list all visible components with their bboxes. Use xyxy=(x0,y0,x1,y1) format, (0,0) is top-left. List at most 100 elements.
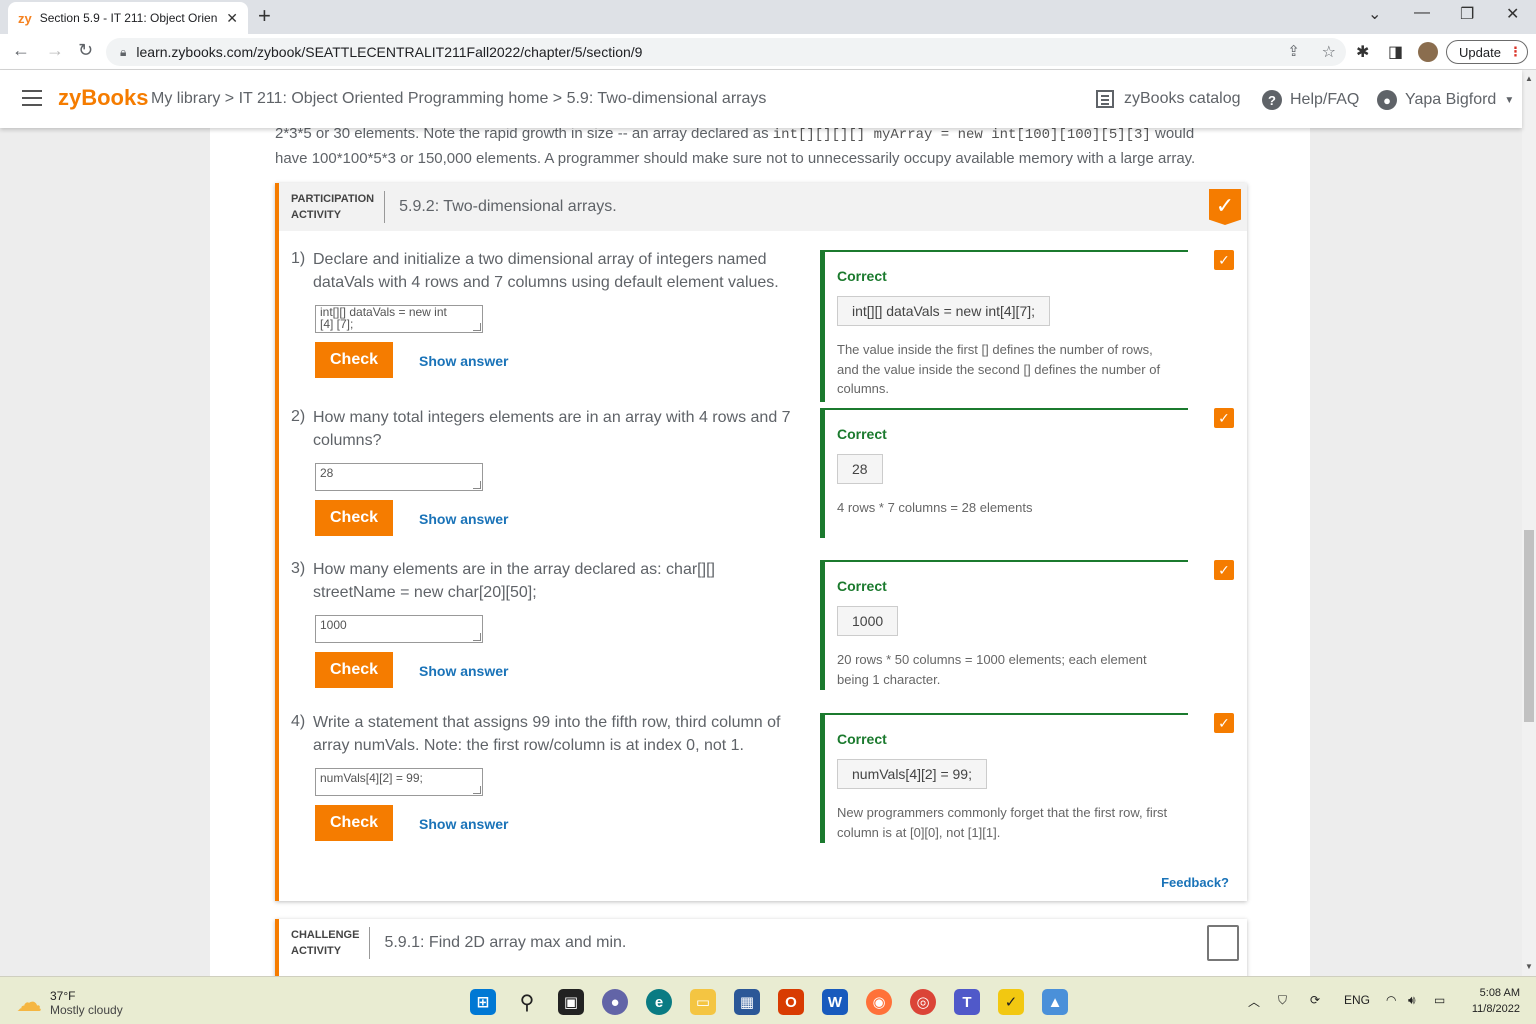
user-menu[interactable]: ● Yapa Bigford ▼ xyxy=(1377,90,1514,110)
microsoft-store-icon[interactable]: ▦ xyxy=(734,989,760,1015)
help-label: Help/FAQ xyxy=(1290,91,1360,108)
activity-title: 5.9.2: Two-dimensional arrays. xyxy=(399,198,617,215)
reload-icon[interactable]: ↻ xyxy=(78,40,93,61)
word-icon[interactable]: W xyxy=(822,989,848,1015)
security-tray-icon[interactable]: ⛉ xyxy=(1278,993,1287,1008)
lock-icon: 🔒︎ xyxy=(120,44,127,59)
question-number: 2) xyxy=(291,408,306,425)
clock-time: 5:08 AM xyxy=(1479,987,1520,999)
feedback-link[interactable]: Feedback? xyxy=(1161,875,1229,890)
activity-header: PARTICIPATION ACTIVITY 5.9.2: Two-dimens… xyxy=(279,183,1247,231)
answer-display: 28 xyxy=(837,454,883,484)
activity-type-line2: ACTIVITY xyxy=(291,209,342,221)
chat-icon[interactable]: ● xyxy=(602,989,628,1015)
show-answer-link[interactable]: Show answer xyxy=(419,663,508,679)
sync-tray-icon[interactable]: ⟳ xyxy=(1310,993,1320,1007)
new-tab-icon[interactable]: + xyxy=(258,3,271,29)
restore-icon[interactable]: ❐ xyxy=(1460,4,1474,24)
section-content: 2*3*5 or 30 elements. Note the rapid gro… xyxy=(210,128,1310,978)
extensions-puzzle-icon[interactable]: ✱ xyxy=(1356,42,1369,62)
page-scrollbar[interactable]: ▲ ▼ xyxy=(1522,70,1536,976)
activity-title: 5.9.1: Find 2D array max and min. xyxy=(384,934,627,951)
windows-start-icon[interactable]: ⊞ xyxy=(470,989,496,1015)
side-panel-icon[interactable]: ◨ xyxy=(1388,42,1403,62)
breadcrumb[interactable]: My library > IT 211: Object Oriented Pro… xyxy=(151,90,766,108)
windows-taskbar: ☁ 37°F Mostly cloudy ⊞ ⚲ ▣ ● e ▭ ▦ O W ◉… xyxy=(0,976,1536,1024)
tab-title: Section 5.9 - IT 211: Object Orien xyxy=(39,11,218,25)
show-hidden-icons-chevron[interactable]: ︿ xyxy=(1248,993,1260,1010)
activity-type-line1: PARTICIPATION xyxy=(291,193,375,205)
language-indicator[interactable]: ENG xyxy=(1344,993,1370,1007)
weather-widget[interactable]: ☁ 37°F Mostly cloudy xyxy=(16,987,123,1018)
help-faq-link[interactable]: ? Help/FAQ xyxy=(1262,90,1359,110)
update-button[interactable]: Update ⋮ xyxy=(1446,40,1528,64)
show-answer-link[interactable]: Show answer xyxy=(419,353,508,369)
close-tab-icon[interactable]: ✕ xyxy=(226,10,238,27)
participation-activity: PARTICIPATION ACTIVITY 5.9.2: Two-dimens… xyxy=(275,183,1247,901)
edge-icon[interactable]: e xyxy=(646,989,672,1015)
scrollbar-thumb[interactable] xyxy=(1524,530,1534,722)
task-view-icon[interactable]: ▣ xyxy=(558,989,584,1015)
answer-input[interactable]: 28 xyxy=(315,463,483,491)
intro-text-2: would xyxy=(1150,128,1195,142)
office-icon[interactable]: O xyxy=(778,989,804,1015)
url-text: learn.zybooks.com/zybook/SEATTLECENTRALI… xyxy=(136,44,643,60)
clock[interactable]: 5:08 AM 11/8/2022 xyxy=(1460,985,1520,1017)
browser-tab[interactable]: zy Section 5.9 - IT 211: Object Orien ✕ xyxy=(8,2,248,34)
check-button[interactable]: Check xyxy=(315,342,393,378)
scroll-down-icon[interactable]: ▼ xyxy=(1525,962,1533,971)
explanation: 4 rows * 7 columns = 28 elements xyxy=(837,500,1033,515)
feedback-panel: Correct 1000 20 rows * 50 columns = 1000… xyxy=(820,560,1188,690)
intro-paragraph: 2*3*5 or 30 elements. Note the rapid gro… xyxy=(275,128,1255,170)
address-toolbar: ← → ↻ 🔒︎ learn.zybooks.com/zybook/SEATTL… xyxy=(0,34,1536,70)
chrome-icon[interactable]: ◎ xyxy=(910,989,936,1015)
back-icon[interactable]: ← xyxy=(12,40,30,61)
partly-cloudy-icon: ☁ xyxy=(16,987,42,1017)
answer-input[interactable]: int[][] dataVals = new int [4] [7]; xyxy=(315,305,483,333)
answer-display: int[][] dataVals = new int[4][7]; xyxy=(837,296,1051,326)
caret-down-icon: ▼ xyxy=(1504,94,1515,106)
correct-label: Correct xyxy=(837,731,887,747)
zybooks-header: zyBooks My library > IT 211: Object Orie… xyxy=(0,70,1522,128)
question-text: How many elements are in the array decla… xyxy=(313,561,715,601)
question-number: 4) xyxy=(291,713,306,730)
search-icon[interactable]: ⚲ xyxy=(514,989,540,1015)
close-window-icon[interactable]: ✕ xyxy=(1506,4,1519,24)
question-text: How many total integers elements are in … xyxy=(313,409,791,449)
minimize-icon[interactable]: — xyxy=(1414,4,1430,22)
bookmark-star-icon[interactable]: ☆ xyxy=(1322,42,1336,62)
question-complete-check-icon: ✓ xyxy=(1214,713,1234,733)
battery-icon[interactable]: ▭ xyxy=(1434,993,1445,1007)
show-answer-link[interactable]: Show answer xyxy=(419,816,508,832)
tab-search-chevron-icon[interactable]: ⌄ xyxy=(1368,4,1381,24)
scroll-up-icon[interactable]: ▲ xyxy=(1525,74,1533,83)
show-answer-link[interactable]: Show answer xyxy=(419,511,508,527)
wifi-icon[interactable]: ◠ xyxy=(1386,993,1396,1007)
answer-input[interactable]: numVals[4][2] = 99; xyxy=(315,768,483,796)
activity-incomplete-icon xyxy=(1207,925,1239,961)
answer-display: numVals[4][2] = 99; xyxy=(837,759,987,789)
norton-icon[interactable]: ✓ xyxy=(998,989,1024,1015)
profile-avatar[interactable] xyxy=(1418,42,1438,62)
catalog-label: zyBooks catalog xyxy=(1124,90,1241,107)
volume-icon[interactable]: 🔊︎ xyxy=(1408,993,1416,1008)
zybooks-logo[interactable]: zyBooks xyxy=(58,85,148,111)
photos-icon[interactable]: ▲ xyxy=(1042,989,1068,1015)
zybooks-catalog-link[interactable]: zyBooks catalog xyxy=(1096,90,1241,108)
check-button[interactable]: Check xyxy=(315,500,393,536)
firefox-icon[interactable]: ◉ xyxy=(866,989,892,1015)
menu-hamburger-icon[interactable] xyxy=(22,90,42,106)
forward-icon[interactable]: → xyxy=(46,40,64,61)
url-bar[interactable]: 🔒︎ learn.zybooks.com/zybook/SEATTLECENTR… xyxy=(106,38,1346,66)
check-button[interactable]: Check xyxy=(315,805,393,841)
file-explorer-icon[interactable]: ▭ xyxy=(690,989,716,1015)
teams-icon[interactable]: T xyxy=(954,989,980,1015)
share-icon[interactable]: ⇪ xyxy=(1287,42,1300,60)
user-account-icon: ● xyxy=(1377,90,1397,110)
user-name: Yapa Bigford xyxy=(1405,91,1497,108)
answer-input[interactable]: 1000 xyxy=(315,615,483,643)
question-number: 1) xyxy=(291,250,306,267)
check-button[interactable]: Check xyxy=(315,652,393,688)
correct-label: Correct xyxy=(837,268,887,284)
challenge-activity: CHALLENGE ACTIVITY 5.9.1: Find 2D array … xyxy=(275,919,1247,978)
